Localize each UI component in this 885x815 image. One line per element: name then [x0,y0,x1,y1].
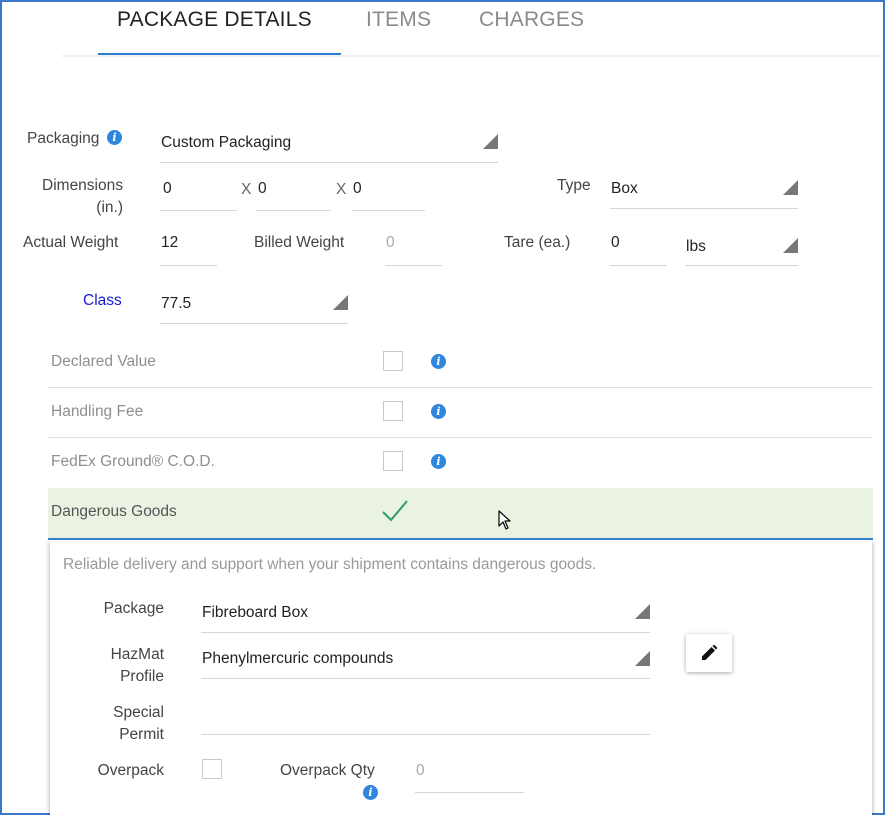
info-icon[interactable]: i [431,404,446,419]
info-icon[interactable]: i [107,130,122,145]
declared-value-checkbox[interactable] [383,351,403,371]
tare-underline [610,265,667,266]
hazmat-label-line1: HazMat [110,646,164,663]
class-link[interactable]: Class [83,292,122,310]
billed-weight-underline [385,265,442,266]
package-select[interactable]: Fibreboard Box [202,604,308,622]
dim-length-underline [160,210,237,211]
tab-package-details[interactable]: PACKAGE DETAILS [117,8,312,32]
hazmat-underline [201,678,650,679]
dim-separator: X [336,181,347,198]
active-tab-indicator [98,53,341,55]
billed-weight-input: 0 [386,234,395,251]
tab-charges[interactable]: CHARGES [479,8,584,32]
row-divider [48,437,873,438]
class-underline [160,323,348,324]
hazmat-profile-select[interactable]: Phenylmercuric compounds [202,650,393,668]
special-permit-underline [201,734,650,735]
overpack-qty-label: Overpack Qty [280,762,375,779]
dropdown-triangle-icon [635,604,650,619]
edit-hazmat-button[interactable] [686,634,732,672]
pencil-icon [702,645,717,660]
tare-label: Tare (ea.) [504,234,571,251]
overpack-qty-input: 0 [416,762,425,779]
weight-unit-select[interactable]: lbs [686,238,706,256]
dimensions-label: Dimensions (in.) [20,177,123,217]
package-label: Package [103,600,164,617]
special-permit-label-line1: Special [113,704,164,721]
info-icon[interactable]: i [363,785,378,800]
dropdown-triangle-icon [483,134,498,149]
special-permit-label-line2: Permit [119,726,164,743]
mouse-cursor-icon [498,510,511,530]
info-icon[interactable]: i [431,354,446,369]
row-divider [48,387,873,388]
type-select[interactable]: Box [611,180,638,198]
dim-width-underline [256,210,331,211]
dimensions-label-line1: Dimensions [42,177,123,194]
dangerous-goods-description: Reliable delivery and support when your … [63,556,597,573]
billed-weight-label: Billed Weight [254,234,345,251]
actual-weight-input[interactable]: 12 [161,234,178,252]
overpack-checkbox[interactable] [202,759,222,779]
dim-separator: X [241,181,252,198]
actual-weight-underline [160,265,217,266]
info-icon[interactable]: i [431,454,446,469]
tab-items[interactable]: ITEMS [366,8,431,32]
dim-length-input[interactable]: 0 [163,180,172,198]
checkmark-icon[interactable] [381,498,409,524]
packaging-select[interactable]: Custom Packaging [161,134,291,152]
type-label: Type [557,177,591,194]
handling-fee-label: Handling Fee [51,403,144,420]
packaging-label: Packaging [27,130,100,147]
overpack-label: Overpack [97,762,164,779]
overpack-qty-underline [415,792,524,793]
dropdown-triangle-icon [333,295,348,310]
dim-width-input[interactable]: 0 [258,180,267,198]
weight-unit-underline [685,265,798,266]
tare-input[interactable]: 0 [611,234,620,252]
packaging-underline [160,162,498,163]
dim-height-input[interactable]: 0 [353,180,362,198]
cod-checkbox[interactable] [383,451,403,471]
special-permit-label: Special Permit [60,704,164,744]
type-underline [610,208,798,209]
cod-label: FedEx Ground® C.O.D. [51,453,215,470]
dim-height-underline [352,210,425,211]
declared-value-label: Declared Value [51,353,156,370]
actual-weight-label: Actual Weight [23,234,119,251]
class-select[interactable]: 77.5 [161,295,191,313]
hazmat-label-line2: Profile [120,668,164,685]
package-underline [201,632,650,633]
dropdown-triangle-icon [783,180,798,195]
handling-fee-checkbox[interactable] [383,401,403,421]
hazmat-profile-label: HazMat Profile [60,646,164,686]
dimensions-label-line2: (in.) [96,199,123,216]
dropdown-triangle-icon [783,238,798,253]
dropdown-triangle-icon [635,651,650,666]
dangerous-goods-label: Dangerous Goods [51,503,177,520]
